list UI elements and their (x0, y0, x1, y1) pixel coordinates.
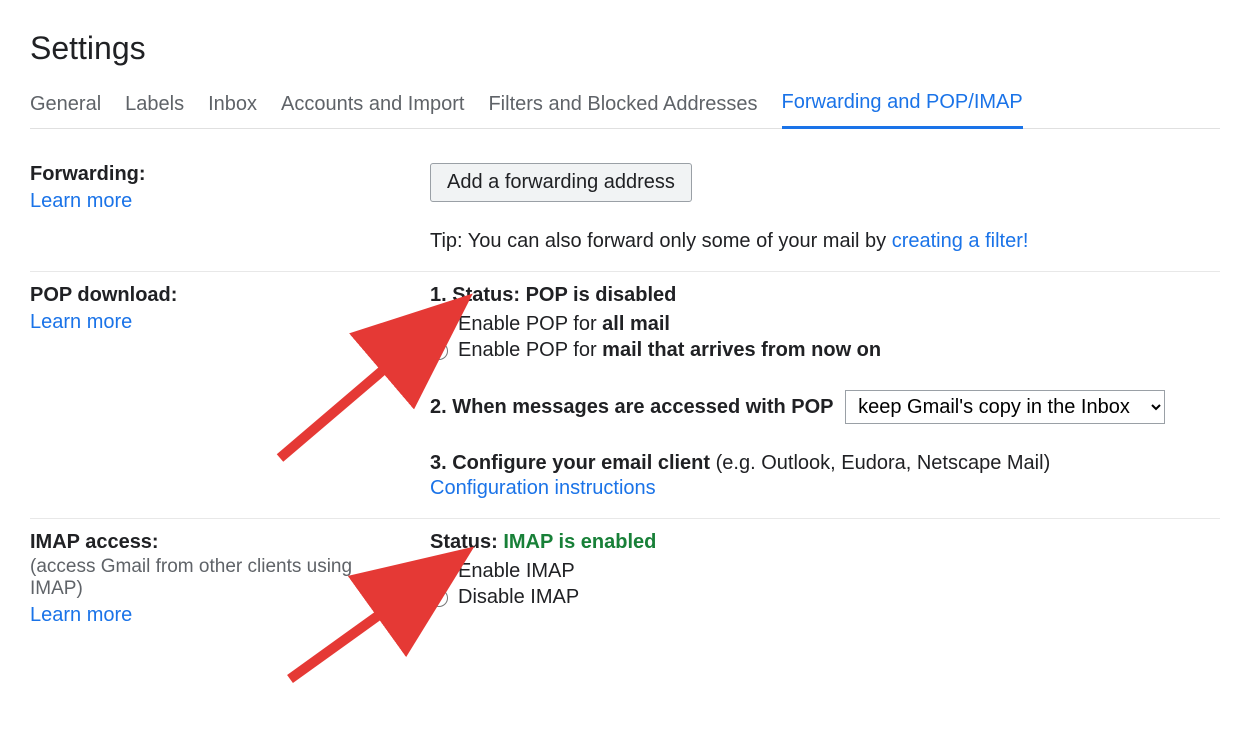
tab-bar: General Labels Inbox Accounts and Import… (30, 91, 1220, 129)
forwarding-label: Forwarding: (30, 163, 146, 185)
pop-status-value: POP is disabled (526, 284, 677, 306)
imap-sublabel: (access Gmail from other clients using I… (30, 556, 410, 600)
pop-label: POP download: (30, 284, 177, 306)
add-forwarding-address-button[interactable]: Add a forwarding address (430, 163, 692, 202)
pop-option-all-mail[interactable]: Enable POP for all mail (430, 313, 1220, 336)
imap-learn-more-link[interactable]: Learn more (30, 604, 410, 627)
pop-step3: 3. Configure your email client (e.g. Out… (430, 452, 1220, 500)
tab-general[interactable]: General (30, 93, 101, 128)
pop-option-from-now-label: Enable POP for mail that arrives from no… (458, 339, 881, 362)
pop-radio-all-mail[interactable] (430, 316, 448, 334)
tab-accounts[interactable]: Accounts and Import (281, 93, 464, 128)
pop-option-from-now[interactable]: Enable POP for mail that arrives from no… (430, 339, 1220, 362)
imap-option-enable-label: Enable IMAP (458, 560, 575, 583)
forwarding-tip-text: Tip: You can also forward only some of y… (430, 230, 892, 252)
pop-action-select[interactable]: keep Gmail's copy in the Inbox (845, 390, 1165, 424)
imap-status-value: IMAP is enabled (503, 531, 656, 553)
tab-labels[interactable]: Labels (125, 93, 184, 128)
imap-status: Status: IMAP is enabled (430, 531, 1220, 554)
creating-filter-link[interactable]: creating a filter! (892, 230, 1029, 252)
section-pop: POP download: Learn more 1. Status: POP … (30, 272, 1220, 519)
pop-learn-more-link[interactable]: Learn more (30, 311, 410, 334)
imap-label: IMAP access: (30, 531, 159, 553)
forwarding-learn-more-link[interactable]: Learn more (30, 190, 410, 213)
imap-status-prefix: Status: (430, 531, 503, 553)
pop-status-prefix: 1. Status: (430, 284, 526, 306)
pop-option-all-mail-label: Enable POP for all mail (458, 313, 670, 336)
tab-forwarding[interactable]: Forwarding and POP/IMAP (782, 91, 1023, 129)
pop-step2-label: 2. When messages are accessed with POP (430, 396, 834, 418)
section-forwarding: Forwarding: Learn more Add a forwarding … (30, 151, 1220, 272)
configuration-instructions-link[interactable]: Configuration instructions (430, 477, 1220, 500)
forwarding-tip: Tip: You can also forward only some of y… (430, 230, 1220, 253)
tab-inbox[interactable]: Inbox (208, 93, 257, 128)
imap-option-enable[interactable]: Enable IMAP (430, 560, 1220, 583)
imap-option-disable-label: Disable IMAP (458, 586, 579, 609)
pop-status: 1. Status: POP is disabled (430, 284, 1220, 307)
page-title: Settings (30, 30, 1220, 67)
pop-radio-from-now[interactable] (430, 342, 448, 360)
tab-filters[interactable]: Filters and Blocked Addresses (488, 93, 757, 128)
pop-step2: 2. When messages are accessed with POP k… (430, 390, 1220, 424)
imap-radio-enable[interactable] (430, 563, 448, 581)
pop-step3-label: 3. Configure your email client (430, 452, 716, 474)
section-imap: IMAP access: (access Gmail from other cl… (30, 519, 1220, 645)
imap-radio-disable[interactable] (430, 589, 448, 607)
imap-option-disable[interactable]: Disable IMAP (430, 586, 1220, 609)
pop-step3-example: (e.g. Outlook, Eudora, Netscape Mail) (716, 452, 1051, 474)
